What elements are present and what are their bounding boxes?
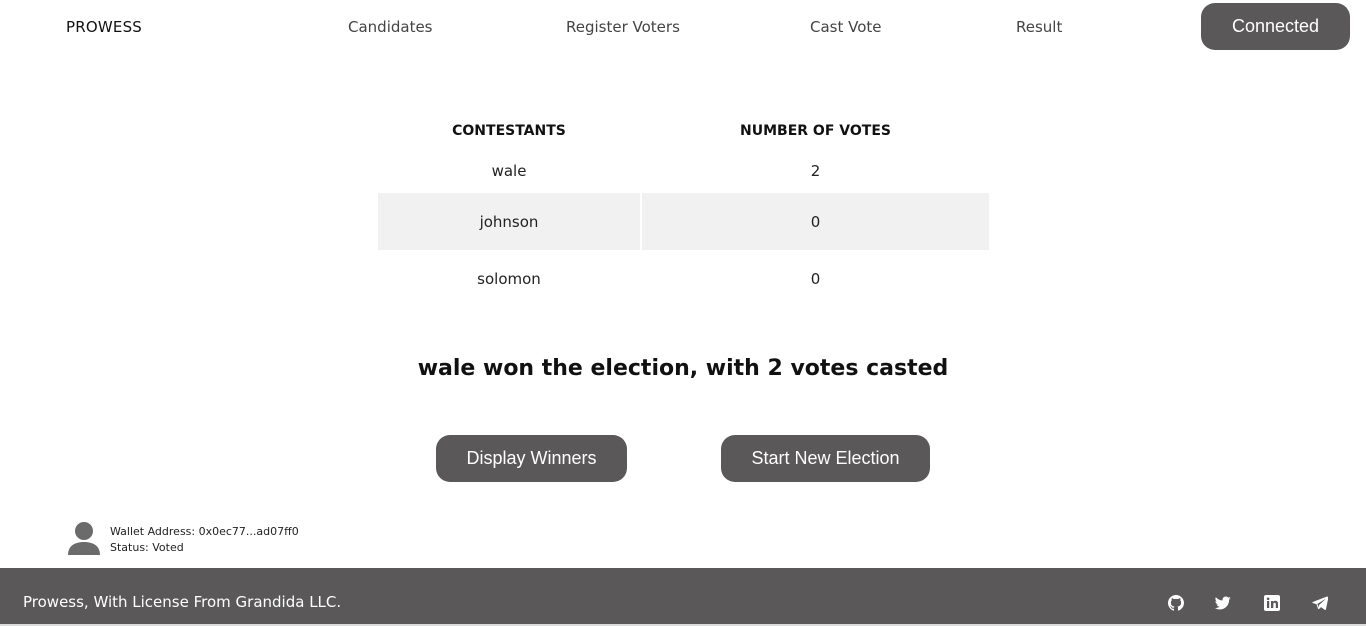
brand-logo-text[interactable]: PROWESS [66,18,142,36]
linkedin-icon[interactable] [1264,595,1280,611]
footer: Prowess, With License From Grandida LLC. [0,568,1366,624]
winner-announcement: wale won the election, with 2 votes cast… [417,356,949,381]
voter-status: Status: Voted [110,541,184,554]
contestant-name: solomon [477,269,541,288]
connect-wallet-button[interactable]: Connected [1201,3,1350,50]
contestant-votes: 2 [810,162,821,180]
telegram-icon[interactable] [1312,595,1328,611]
github-icon[interactable] [1168,595,1184,611]
nav-link-cast-vote[interactable]: Cast Vote [810,18,882,36]
table-row: wale 2 [378,152,989,193]
nav-link-result[interactable]: Result [1016,18,1062,36]
twitter-icon[interactable] [1215,595,1231,611]
start-new-election-button[interactable]: Start New Election [721,435,930,482]
contestant-votes: 0 [810,269,821,288]
table-row: johnson 0 [378,193,989,250]
contestant-name: johnson [378,193,640,250]
display-winners-button[interactable]: Display Winners [436,435,627,482]
wallet-address: Wallet Address: 0x0ec77...ad07ff0 [110,525,299,538]
nav-link-candidates[interactable]: Candidates [348,18,433,36]
contestant-votes: 0 [642,193,989,250]
table-row: solomon 0 [378,250,989,307]
top-nav: PROWESS Candidates Register Voters Cast … [0,0,1366,56]
user-avatar-icon [66,521,102,555]
footer-license-text: Prowess, With License From Grandida LLC. [23,593,342,611]
header-number-of-votes: NUMBER OF VOTES [740,123,891,139]
contestant-name: wale [491,162,527,180]
table-header-row: CONTESTANTS NUMBER OF VOTES [378,110,989,152]
nav-link-register-voters[interactable]: Register Voters [566,18,680,36]
results-table: CONTESTANTS NUMBER OF VOTES wale 2 johns… [376,110,991,307]
header-contestants: CONTESTANTS [452,123,566,139]
